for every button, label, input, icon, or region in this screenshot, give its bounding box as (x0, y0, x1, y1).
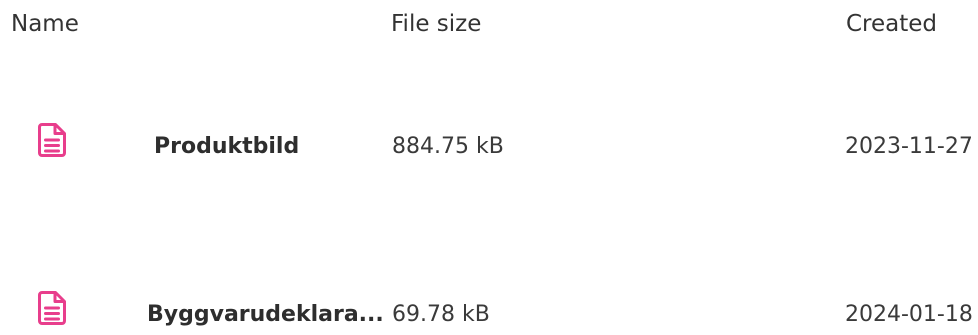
column-header-file-size[interactable]: File size (391, 8, 481, 40)
file-size: 69.78 kB (392, 302, 490, 327)
file-name[interactable]: Produktbild (154, 131, 299, 163)
document-icon[interactable] (37, 290, 67, 326)
table-row[interactable]: Byggvarudeklara... 69.78 kB 2024-01-18 (0, 260, 978, 327)
table-row[interactable]: Produktbild 884.75 kB 2023-11-27 (0, 118, 978, 178)
document-icon[interactable] (37, 122, 67, 158)
file-table: Name File size Created Produktbild 884.7… (0, 0, 978, 335)
column-header-created[interactable]: Created (846, 8, 937, 40)
file-created-date: 2024-01-18 (845, 302, 973, 327)
file-created-date: 2023-11-27 (845, 134, 973, 159)
file-name[interactable]: Byggvarudeklara... (147, 299, 387, 331)
column-header-name[interactable]: Name (11, 8, 79, 40)
file-size: 884.75 kB (392, 134, 504, 159)
